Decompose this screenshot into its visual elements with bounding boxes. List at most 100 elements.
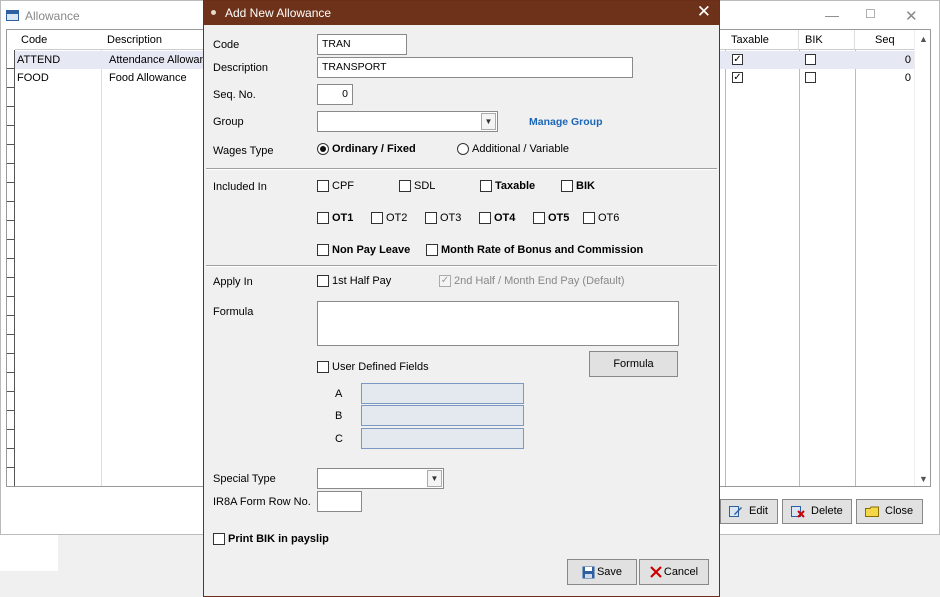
cpf-label: CPF: [332, 180, 354, 192]
ot1-checkbox[interactable]: OT1: [317, 212, 353, 224]
floppy-disk-icon: [582, 566, 595, 579]
special-type-select[interactable]: ▼: [317, 468, 444, 489]
print-bik-label: Print BIK in payslip: [228, 533, 329, 545]
column-header-code[interactable]: Code: [15, 30, 107, 50]
sdl-label: SDL: [414, 180, 436, 192]
ot4-label: OT4: [494, 212, 516, 224]
bik-label: BIK: [576, 180, 595, 192]
cell-description[interactable]: Attendance Allowance: [103, 51, 203, 69]
print-bik-checkbox[interactable]: Print BIK in payslip: [213, 533, 329, 545]
ot2-checkbox[interactable]: OT2: [371, 212, 407, 224]
dialog-titlebar: Add New Allowance ✕: [204, 1, 719, 25]
apply-in-label: Apply In: [213, 276, 253, 288]
cell-description[interactable]: Food Allowance: [103, 69, 203, 87]
group-label: Group: [213, 116, 244, 128]
minimize-icon[interactable]: —: [825, 7, 839, 23]
close-button[interactable]: Close: [856, 499, 923, 524]
additional-variable-radio[interactable]: Additional / Variable: [457, 143, 569, 155]
edit-button[interactable]: Edit: [720, 499, 778, 524]
taxable-checkbox[interactable]: ✓: [732, 72, 743, 83]
seq-label: Seq. No.: [213, 89, 256, 101]
window-title: Allowance: [25, 9, 80, 23]
ordinary-fixed-radio[interactable]: Ordinary / Fixed: [317, 143, 416, 155]
included-in-label: Included In: [213, 181, 267, 193]
section-divider: [206, 168, 717, 170]
chevron-down-icon[interactable]: ▼: [427, 470, 442, 487]
cell-seq: 0: [904, 54, 911, 66]
close-label: Close: [885, 505, 914, 517]
column-header-taxable[interactable]: Taxable: [725, 30, 799, 50]
cancel-x-icon: [650, 566, 662, 578]
save-button[interactable]: Save: [567, 559, 637, 585]
group-select[interactable]: ▼: [317, 111, 498, 132]
non-pay-leave-checkbox[interactable]: Non Pay Leave: [317, 244, 410, 256]
column-header-seq[interactable]: Seq: [855, 30, 917, 50]
delete-button[interactable]: Delete: [782, 499, 852, 524]
cell-code[interactable]: ATTEND: [11, 51, 101, 69]
formula-textarea[interactable]: [317, 301, 679, 346]
cancel-button[interactable]: Cancel: [639, 559, 709, 585]
ir8a-input[interactable]: [317, 491, 362, 512]
vertical-scrollbar[interactable]: ▲ ▼: [914, 30, 930, 486]
taxable-label: Taxable: [495, 180, 536, 192]
ot4-checkbox[interactable]: OT4: [479, 212, 515, 224]
delete-icon: [791, 506, 805, 518]
ot6-label: OT6: [598, 212, 620, 224]
edit-icon: [729, 506, 742, 517]
formula-button-label: Formula: [613, 358, 654, 370]
chevron-up-icon[interactable]: ▲: [919, 34, 928, 44]
chevron-down-icon[interactable]: ▼: [481, 113, 496, 130]
formula-button[interactable]: Formula: [589, 351, 678, 377]
save-label: Save: [596, 566, 623, 578]
udf-a-input: [361, 383, 524, 404]
dialog-title: Add New Allowance: [225, 6, 332, 20]
chevron-down-icon[interactable]: ▼: [919, 474, 928, 484]
ot1-label: OT1: [332, 212, 354, 224]
user-defined-fields-checkbox[interactable]: User Defined Fields: [317, 361, 429, 373]
ot3-checkbox[interactable]: OT3: [425, 212, 461, 224]
udf-a-label: A: [335, 388, 343, 400]
row-indicator-column: [7, 50, 15, 486]
month-rate-checkbox[interactable]: Month Rate of Bonus and Commission: [426, 244, 643, 256]
formula-label: Formula: [213, 306, 254, 318]
radio-selected-icon: [317, 143, 329, 155]
column-header-bik[interactable]: BIK: [799, 30, 855, 50]
taxable-checkbox[interactable]: Taxable: [480, 180, 535, 192]
taxable-checkbox[interactable]: ✓: [732, 54, 743, 65]
bik-checkbox[interactable]: [805, 54, 816, 65]
sdl-checkbox[interactable]: SDL: [399, 180, 435, 192]
description-input[interactable]: TRANSPORT: [317, 57, 633, 78]
month-rate-label: Month Rate of Bonus and Commission: [441, 244, 644, 256]
manage-group-link[interactable]: Manage Group: [529, 116, 603, 128]
bik-checkbox[interactable]: [805, 72, 816, 83]
additional-variable-label: Additional / Variable: [472, 143, 570, 155]
ordinary-fixed-label: Ordinary / Fixed: [332, 143, 416, 155]
maximize-icon[interactable]: ☐: [865, 7, 876, 21]
code-input[interactable]: TRAN: [317, 34, 407, 55]
bik-checkbox[interactable]: BIK: [561, 180, 595, 192]
ot5-label: OT5: [548, 212, 570, 224]
edit-label: Edit: [749, 505, 768, 517]
section-divider: [206, 265, 717, 267]
cpf-checkbox[interactable]: CPF: [317, 180, 354, 192]
ot5-checkbox[interactable]: OT5: [533, 212, 569, 224]
seq-input[interactable]: 0: [317, 84, 353, 105]
first-half-pay-checkbox[interactable]: 1st Half Pay: [317, 275, 391, 287]
cell-code[interactable]: FOOD: [11, 69, 101, 87]
second-half-pay-label: 2nd Half / Month End Pay (Default): [454, 275, 625, 287]
ot6-checkbox[interactable]: OT6: [583, 212, 619, 224]
add-allowance-dialog: Add New Allowance ✕ Code TRAN Descriptio…: [203, 0, 720, 597]
wages-type-label: Wages Type: [213, 145, 274, 157]
delete-label: Delete: [811, 505, 843, 517]
udf-b-label: B: [335, 410, 343, 422]
cancel-label: Cancel: [663, 566, 699, 578]
app-icon: [211, 10, 216, 15]
cell-seq: 0: [904, 72, 911, 84]
udf-b-input: [361, 405, 524, 426]
ot3-label: OT3: [440, 212, 462, 224]
description-label: Description: [213, 62, 269, 74]
user-defined-fields-label: User Defined Fields: [332, 361, 429, 373]
close-icon[interactable]: ✕: [697, 3, 711, 21]
code-label: Code: [213, 39, 240, 51]
close-icon[interactable]: ✕: [905, 7, 918, 25]
